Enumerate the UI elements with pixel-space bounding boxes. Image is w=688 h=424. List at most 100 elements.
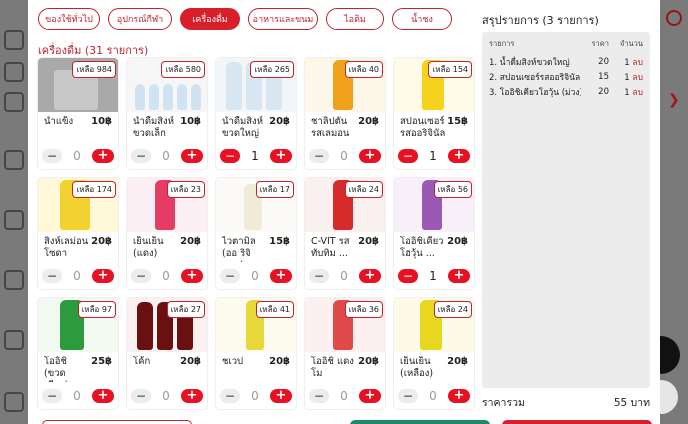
product-art-shape [191,84,201,110]
category-tab-icecream[interactable]: ไอติม [326,8,384,30]
product-card[interactable]: เหลือ 154 สปอนเซอร์ รสออริจินัล 15฿ −1 + [394,58,474,169]
product-card[interactable]: เหลือ 23 เย็นเย็น (แดง) 20฿ −0 + [127,178,207,289]
confirm-button-edge[interactable] [502,420,652,424]
decrease-quantity-button[interactable]: − [131,149,151,163]
product-art-shape [177,84,187,110]
increase-quantity-button[interactable]: + [270,149,292,163]
summary-row-price: 20 [598,86,609,97]
increase-quantity-button[interactable]: + [359,269,381,283]
summary-row-qty-value: 1 [624,57,630,68]
summary-header-item: รายการ [489,39,515,48]
product-card[interactable]: เหลือ 97 โออิชิ (ขวด เขียว) 25฿ −0 + [38,298,118,409]
product-price: 20฿ [358,116,379,127]
decrease-quantity-button[interactable]: − [42,389,62,403]
increase-quantity-button[interactable]: + [181,149,203,163]
decrease-quantity-button[interactable]: − [398,389,418,403]
decrease-quantity-button[interactable]: − [42,269,62,283]
category-tab-food-snacks[interactable]: อาหารและขนม [248,8,318,30]
background-nav-icon [4,392,24,412]
summary-header-qty: จำนวน [619,39,643,48]
product-price: 20฿ [447,236,468,247]
decrease-quantity-button[interactable]: − [220,149,240,163]
increase-quantity-button[interactable]: + [92,389,114,403]
increase-quantity-button[interactable]: + [181,389,203,403]
decrease-quantity-button[interactable]: − [131,269,151,283]
section-title: เครื่องดื่ม (31 รายการ) [38,44,149,57]
increase-quantity-button[interactable]: + [359,149,381,163]
summary-header: รายการ ราคา จำนวน [489,38,643,50]
product-card[interactable]: เหลือ 27 โค้ก 20฿ −0 + [127,298,207,409]
product-card[interactable]: เหลือ 40 ชาลิปตัน รสเลมอน 20฿ −0 + [305,58,385,169]
summary-title: สรุปรายการ (3 รายการ) [482,14,599,27]
summary-row-qty-value: 1 [624,72,630,83]
decrease-quantity-button[interactable]: − [309,149,329,163]
decrease-quantity-button[interactable]: − [42,149,62,163]
increase-quantity-button[interactable]: + [448,269,470,283]
total-value: 55 บาท [613,397,650,409]
background-nav-icon [4,150,24,170]
quantity-value: 0 [340,149,348,163]
product-card[interactable]: เหลือ 580 น้ำดื่มสิงห์ ขวดเล็ก 10฿ −0 + [127,58,207,169]
increase-quantity-button[interactable]: + [448,389,470,403]
product-card[interactable]: เหลือ 41 ชเวป 20฿ −0 + [216,298,296,409]
decrease-quantity-button[interactable]: − [131,389,151,403]
cancel-button-edge[interactable] [42,420,192,424]
quantity-value: 0 [251,389,259,403]
product-card[interactable]: เหลือ 174 สิงห์เลม่อน โซดา 20฿ −0 + [38,178,118,289]
quantity-stepper: −0 + [42,269,114,283]
quantity-value: 0 [73,389,81,403]
decrease-quantity-button[interactable]: − [398,269,418,283]
category-tab-general[interactable]: ของใช้ทั่วไป [38,8,100,30]
secondary-button-edge[interactable] [350,420,490,424]
product-price: 25฿ [91,356,112,367]
decrease-quantity-button[interactable]: − [220,269,240,283]
decrease-quantity-button[interactable]: − [398,149,418,163]
decrease-quantity-button[interactable]: − [309,389,329,403]
category-tab-brewed[interactable]: น้ำชง [392,8,452,30]
category-tab-sports[interactable]: อุปกรณ์กีฬา [108,8,172,30]
product-price: 20฿ [447,356,468,367]
product-name: โออิชิเคียว โฮวุ้น ... [400,236,444,259]
product-card[interactable]: เหลือ 36 โออิชิ แดงโม 20฿ −0 + [305,298,385,409]
summary-row-qty: 1 ลบ [609,70,643,84]
quantity-value: 0 [162,149,170,163]
product-card[interactable]: เหลือ 24 เย็นเย็น (เหลือง) 20฿ −0 + [394,298,474,409]
product-art-shape [135,84,145,110]
summary-row: 3. โออิชิเคียวโฮวุ้น (ม่วง) 20 1 ลบ [489,84,643,99]
increase-quantity-button[interactable]: + [92,149,114,163]
quantity-stepper: −0 + [42,149,114,163]
quantity-stepper: −1 + [398,149,470,163]
stock-badge: เหลือ 23 [166,181,205,198]
product-name: เย็นเย็น (แดง) [133,236,164,259]
product-price: 20฿ [91,236,112,247]
summary-row-price: 15 [598,71,609,82]
quantity-value: 0 [162,269,170,283]
remove-item-link[interactable]: ลบ [632,88,643,98]
product-card[interactable]: เหลือ 265 น้ำดื่มสิงห์ ขวดใหญ่ 20฿ −1 + [216,58,296,169]
quantity-value: 0 [73,269,81,283]
product-art-shape [163,84,173,110]
product-card[interactable]: เหลือ 17 ไวตามิล (ออ ริจินอล) 15฿ −0 + [216,178,296,289]
product-card[interactable]: เหลือ 984 น้ำแข็ง 10฿ −0 + [38,58,118,169]
quantity-stepper: −0 + [220,389,292,403]
decrease-quantity-button[interactable]: − [309,269,329,283]
increase-quantity-button[interactable]: + [92,269,114,283]
stock-badge: เหลือ 24 [433,301,472,318]
product-name: โออิชิ แดงโม [311,356,354,379]
decrease-quantity-button[interactable]: − [220,389,240,403]
product-picker-modal: ของใช้ทั่วไป อุปกรณ์กีฬา เครื่องดื่ม อาห… [28,0,660,424]
quantity-value: 1 [251,149,259,163]
increase-quantity-button[interactable]: + [270,269,292,283]
product-card[interactable]: เหลือ 24 C-VIT รส ทับทิม ... 20฿ −0 + [305,178,385,289]
increase-quantity-button[interactable]: + [359,389,381,403]
quantity-stepper: −1 + [398,269,470,283]
product-name: โค้ก [133,356,151,367]
increase-quantity-button[interactable]: + [448,149,470,163]
product-card[interactable]: เหลือ 56 โออิชิเคียว โฮวุ้น ... 20฿ −1 + [394,178,474,289]
increase-quantity-button[interactable]: + [181,269,203,283]
product-name: C-VIT รส ทับทิม ... [311,236,350,259]
remove-item-link[interactable]: ลบ [632,73,643,83]
category-tab-drinks[interactable]: เครื่องดื่ม [180,8,240,30]
remove-item-link[interactable]: ลบ [632,58,643,68]
increase-quantity-button[interactable]: + [270,389,292,403]
